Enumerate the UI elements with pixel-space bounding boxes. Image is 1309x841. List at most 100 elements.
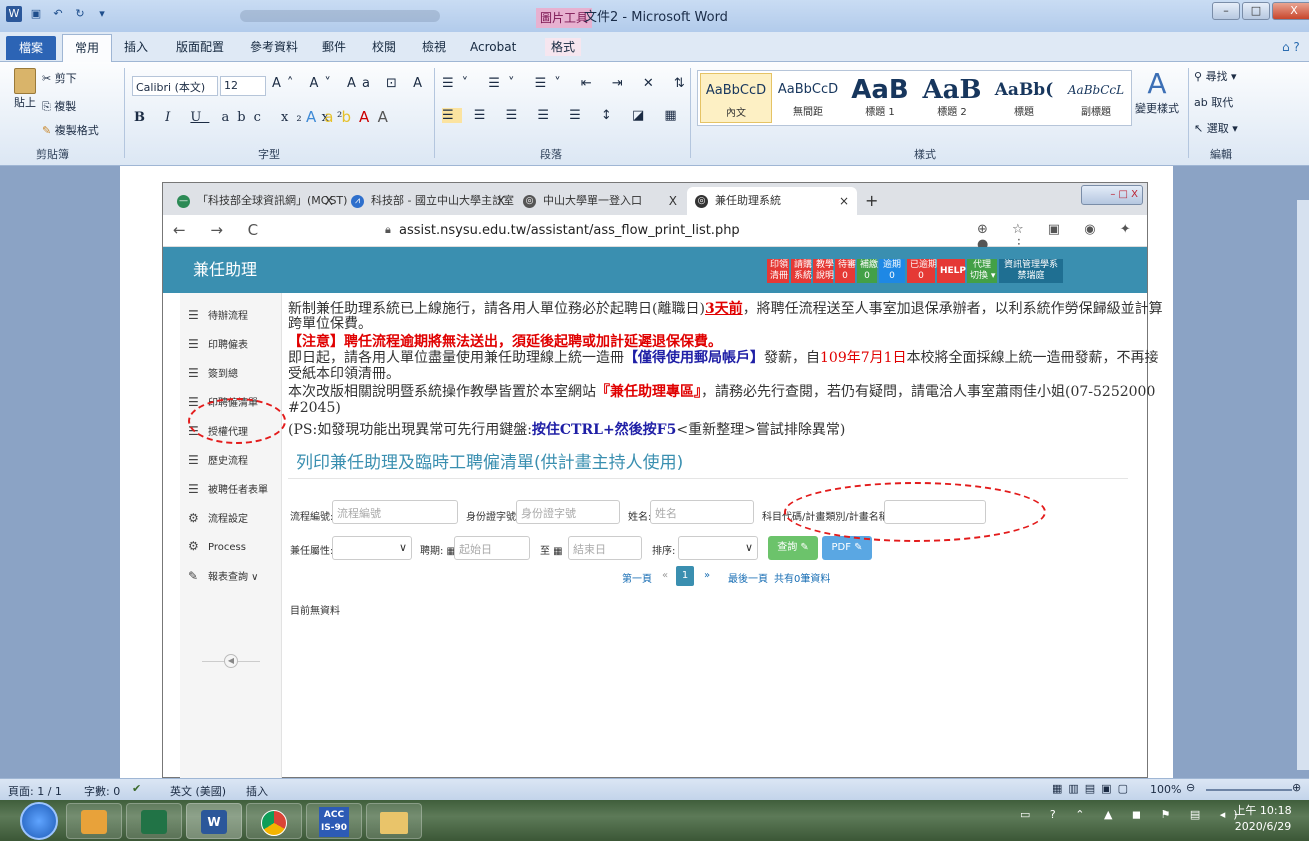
style-subtitle[interactable]: AaBbCcL 副標題 [1060, 73, 1132, 123]
tab-home[interactable]: 常用 [62, 34, 112, 63]
help-icon[interactable]: ⌂ ? [1282, 38, 1300, 56]
alignment-buttons[interactable]: ☰ ☰ ☰ ☰ ☰ ↕ ◪ ▦ [442, 108, 685, 123]
first-page-link[interactable]: 第一頁 [622, 570, 652, 585]
redo-icon[interactable]: ↻ [72, 6, 88, 22]
vertical-scrollbar[interactable] [1297, 200, 1309, 770]
close-tab-icon[interactable]: × [839, 187, 849, 215]
tab-insert[interactable]: 插入 [124, 38, 148, 56]
taskbar-chrome[interactable] [246, 803, 302, 839]
close-tab-icon[interactable]: X [669, 187, 677, 215]
top-button[interactable]: 待審 0 [835, 259, 856, 283]
save-icon[interactable]: ▣ [28, 6, 44, 22]
close-tab-icon[interactable]: X [497, 187, 505, 215]
taskbar-word[interactable]: W [186, 803, 242, 839]
browser-window-controls[interactable]: – □ X [1081, 185, 1143, 205]
paste-button[interactable]: 貼上 [8, 68, 42, 118]
sidebar-item[interactable]: ☰ 待辦流程 [188, 307, 248, 322]
select-button[interactable]: ↖ 選取 ▾ [1194, 120, 1238, 136]
browser-tab-active[interactable]: ◎ 兼任助理系統 × [687, 187, 857, 215]
customize-qat-icon[interactable]: ▾ [94, 6, 110, 22]
replace-button[interactable]: ab 取代 [1194, 94, 1233, 110]
sidebar-item[interactable]: ☰ 歷史流程 [188, 452, 248, 467]
font-size-controls[interactable]: A˄ A˅ Aa ⊡ A [272, 76, 428, 91]
system-tray[interactable]: ▭ ? ⌃ ▲ ◼ ⚑ ▤ ◂) [1020, 808, 1246, 821]
tab-format[interactable]: 格式 [545, 38, 582, 56]
font-color-buttons[interactable]: AabAA [306, 108, 396, 126]
copy-button[interactable]: ⎘ 複製 [42, 98, 76, 114]
tab-file[interactable]: 檔案 [6, 36, 56, 60]
sidebar-item[interactable]: ☰ 被聘任者表單 [188, 481, 268, 496]
top-button[interactable]: 代理 切換 ▾ [967, 259, 997, 283]
notice-link[interactable]: 『兼任助理專區』 [596, 384, 701, 400]
top-button[interactable]: 逾期 0 [879, 259, 905, 283]
top-button[interactable]: HELP [937, 259, 966, 283]
zoom-out-icon[interactable]: ⊖ [1186, 781, 1195, 794]
query-button[interactable]: 查詢 ✎ [768, 536, 818, 560]
zoom-slider[interactable] [1206, 789, 1292, 791]
top-button[interactable]: 已逾期 0 [907, 259, 937, 283]
language[interactable]: 英文 (美國) [170, 783, 226, 799]
font-name-select[interactable]: Calibri (本文) [132, 76, 218, 96]
top-button[interactable]: 補繳 0 [857, 259, 878, 283]
flow-no-input[interactable]: 流程編號 [332, 500, 458, 524]
browser-tab[interactable]: ◎ 中山大學單一登入口 X [515, 187, 685, 215]
browser-tab[interactable]: — 「科技部全球資訊網」(MOST) X [169, 187, 347, 215]
change-styles-button[interactable]: A 變更樣式 [1134, 68, 1180, 116]
word-count[interactable]: 字數: 0 [84, 783, 120, 799]
sidebar-item[interactable]: ⚙ 流程設定 [188, 510, 248, 525]
tab-acrobat[interactable]: Acrobat [470, 38, 516, 56]
type-select[interactable]: ∨ [332, 536, 412, 560]
top-button[interactable]: 教學 說明 [813, 259, 834, 283]
current-page[interactable]: 1 [676, 566, 694, 586]
start-button[interactable] [20, 802, 58, 840]
browser-tab[interactable]: ⩘ 科技部 - 國立中山大學主計室 X [343, 187, 514, 215]
id-input[interactable]: 身份證字號 [516, 500, 620, 524]
taskbar-explorer[interactable] [366, 803, 422, 839]
tab-view[interactable]: 檢視 [422, 38, 446, 56]
clock[interactable]: 上午 10:18 2020/6/29 [1228, 803, 1298, 835]
sidebar-item[interactable]: ☰ 簽到總 [188, 365, 238, 380]
style-heading-2[interactable]: AaB 標題 2 [916, 73, 988, 123]
tab-review[interactable]: 校閱 [372, 38, 396, 56]
new-tab-button[interactable]: + [861, 187, 878, 215]
close-button[interactable]: X [1272, 2, 1309, 20]
prev-page-link[interactable]: « [662, 570, 668, 581]
top-button[interactable]: 印領 清冊 [767, 259, 789, 283]
sidebar-item[interactable]: ☰ 印聘僱表 [188, 336, 248, 351]
list-buttons[interactable]: ☰˅ ☰˅ ☰˅ ⇤ ⇥ ✕ ⇅ ¶ [442, 76, 721, 91]
tab-references[interactable]: 參考資料 [250, 38, 298, 56]
collapse-sidebar-icon[interactable]: ◀ [224, 654, 238, 668]
end-date-input[interactable]: 結束日 [568, 536, 642, 560]
taskbar-outlook[interactable] [66, 803, 122, 839]
url-field[interactable]: assist.nsysu.edu.tw/assistant/ass_flow_p… [399, 221, 740, 241]
zoom-level[interactable]: 100% [1150, 783, 1181, 796]
font-size-select[interactable]: 12 [220, 76, 266, 96]
sidebar-item[interactable]: ⚙ Process [188, 539, 246, 553]
tab-mailings[interactable]: 郵件 [322, 38, 346, 56]
tab-layout[interactable]: 版面配置 [176, 38, 224, 56]
close-tab-icon[interactable]: X [325, 187, 333, 215]
style-normal[interactable]: AaBbCcD 內文 [700, 73, 772, 123]
style-title[interactable]: AaBb(標題 [988, 73, 1060, 123]
view-buttons[interactable]: ▦▥▤▣▢ [1052, 782, 1134, 795]
page-count[interactable]: 頁面: 1 / 1 [8, 783, 62, 799]
app-title[interactable]: 兼任助理 [193, 259, 257, 281]
top-button[interactable]: 資訊管理學系 禁瑞庭 [999, 259, 1063, 283]
format-painter-button[interactable]: ✎ 複製格式 [42, 122, 99, 138]
cut-button[interactable]: ✂ 剪下 [42, 70, 77, 86]
taskbar-excel[interactable] [126, 803, 182, 839]
proofing-icon[interactable]: ✔ [132, 782, 141, 795]
sidebar-item[interactable]: ✎ 報表查詢 ∨ [188, 568, 259, 583]
name-input[interactable]: 姓名 [650, 500, 754, 524]
next-page-link[interactable]: » [704, 570, 710, 581]
undo-icon[interactable]: ↶ [50, 6, 66, 22]
maximize-button[interactable]: □ [1242, 2, 1270, 20]
taskbar-acc[interactable]: ACC IS-90 [306, 803, 362, 839]
last-page-link[interactable]: 最後一頁 [728, 570, 768, 585]
style-heading-1[interactable]: AaB 標題 1 [844, 73, 916, 123]
zoom-in-icon[interactable]: ⊕ [1292, 781, 1301, 794]
nav-buttons[interactable]: ← → C [173, 221, 268, 239]
insert-mode[interactable]: 插入 [246, 783, 268, 799]
find-button[interactable]: ⚲ 尋找 ▾ [1194, 68, 1237, 84]
minimize-button[interactable]: – [1212, 2, 1240, 20]
